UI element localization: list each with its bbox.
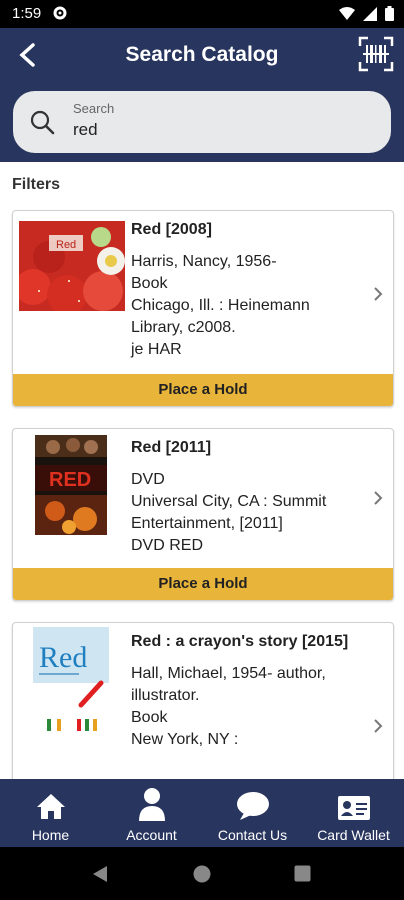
status-bar: 1:59 [0,0,404,28]
system-home-icon[interactable] [193,865,211,883]
result-publisher: Chicago, Ill. : Heinemann Library, c2008… [131,297,310,336]
nav-label: Contact Us [217,827,288,843]
barcode-scan-icon [358,36,394,72]
search-label: Search [73,101,115,116]
nav-label: Card Wallet [317,827,390,843]
cover-title: Red [56,239,76,251]
nav-home[interactable]: Home [0,785,101,843]
result-publisher: New York, NY : [131,731,239,748]
result-format: Book [131,709,168,726]
place-hold-button[interactable]: Place a Hold [13,568,393,600]
page-title: Search Catalog [125,43,279,66]
wifi-icon [339,6,355,20]
search-icon [29,109,55,140]
cover-image: Red [15,221,125,315]
chevron-right-icon [371,489,385,507]
result-card[interactable]: Red Red [2008] Harris, Nancy, 1956- Book… [12,210,394,407]
result-publisher: Universal City, CA : Summit Entertainmen… [131,493,327,532]
gear-icon [52,5,68,26]
result-info: Red [2011] DVD Universal City, CA : Summ… [131,437,363,557]
chat-icon [236,792,269,820]
chevron-right-icon [371,717,385,735]
cover-title: RED [49,469,91,491]
app-header: Search Catalog Search red [0,28,404,162]
card-icon [337,796,370,820]
cover-image: RED [35,435,107,535]
result-format: DVD [131,471,165,488]
nav-account[interactable]: Account [101,785,202,843]
result-title: Red : a crayon's story [2015] [131,633,349,650]
cover-title: Red [39,641,87,674]
battery-icon [385,6,394,21]
nav-contact[interactable]: Contact Us [202,785,303,843]
result-title: Red [2008] [131,221,212,238]
result-callnumber: DVD RED [131,537,204,554]
barcode-scan-button[interactable] [358,36,394,72]
result-author: Harris, Nancy, 1956- [131,253,277,270]
result-callnumber: je HAR [131,341,182,358]
nav-card-wallet[interactable]: Card Wallet [303,785,404,843]
nav-label: Home [31,827,70,843]
bottom-nav: Home Account Contact Us Card Wallet [0,779,404,847]
result-info: Red [2008] Harris, Nancy, 1956- Book Chi… [131,219,363,361]
status-time: 1:59 [12,5,42,22]
signal-icon [363,6,377,21]
system-recents-icon[interactable] [294,865,311,882]
filters-button[interactable]: Filters [12,176,60,194]
result-format: Book [131,275,168,292]
person-icon [138,788,165,821]
system-back-icon[interactable] [92,865,108,883]
result-card[interactable]: RED Red [2011] DVD Universal City, CA : … [12,428,394,601]
result-author: Hall, Michael, 1954- author, illustrator… [131,665,326,704]
nav-label: Account [126,827,177,843]
place-hold-button[interactable]: Place a Hold [13,374,393,406]
home-icon [36,794,65,819]
system-nav-bar [0,847,404,900]
result-info: Red : a crayon's story [2015] Hall, Mich… [131,631,363,751]
result-title: Red [2011] [131,439,212,456]
search-input[interactable]: red [73,120,98,140]
search-field[interactable]: Search red [13,91,391,153]
chevron-right-icon [371,285,385,303]
cover-image: Red [33,627,109,739]
